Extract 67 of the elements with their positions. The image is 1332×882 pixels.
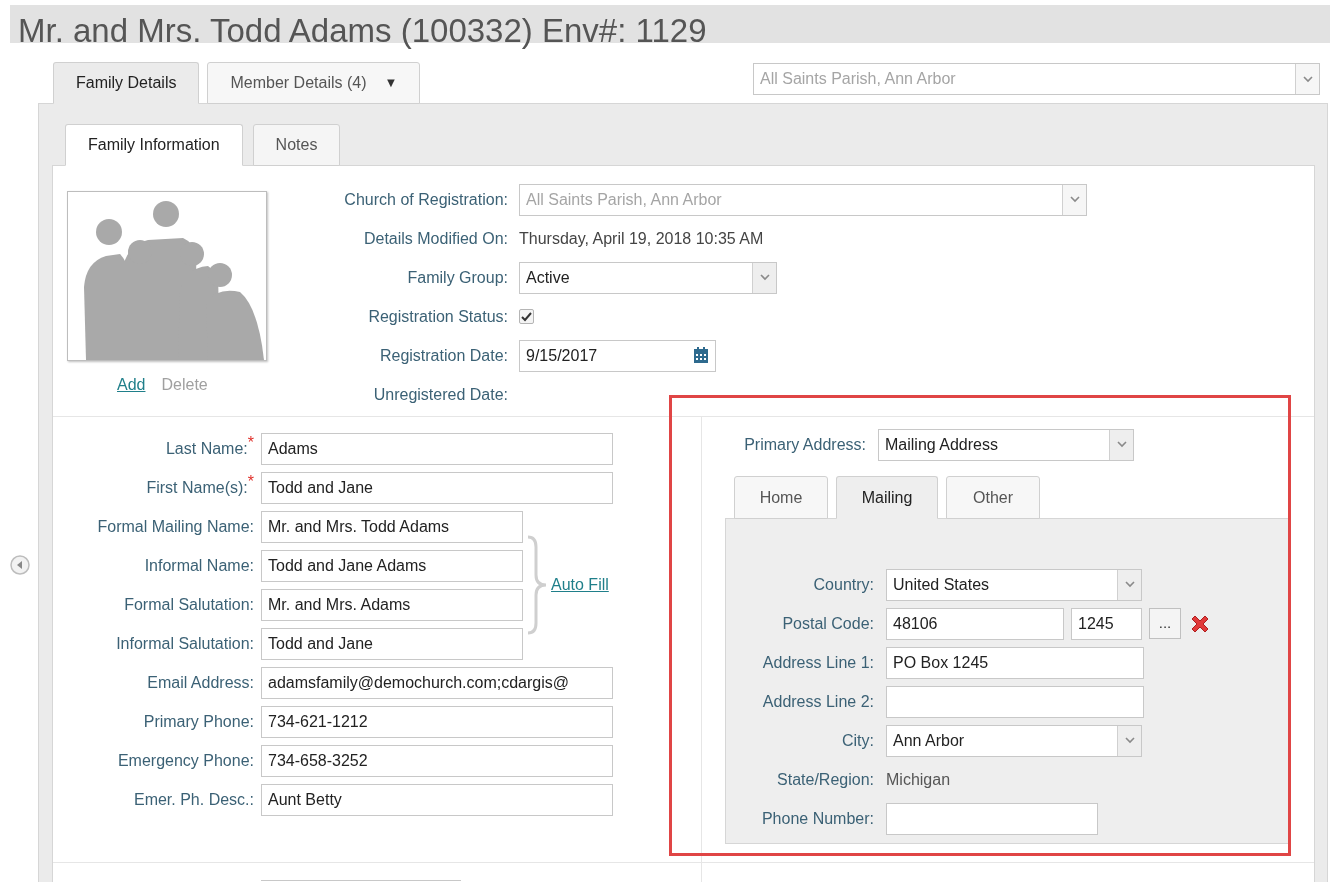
chevron-down-icon [1302,75,1313,83]
input-field[interactable]: 734-621-1212 [261,705,613,738]
field-label: Formal Salutation: [123,594,254,615]
tab[interactable]: Mailing [836,476,938,519]
tab[interactable]: Member Details (4) ▼ [207,62,421,104]
field-label: Country: [812,574,874,595]
field-label: Postal Code: [781,613,874,634]
field-label: Unregistered Date: [372,384,508,405]
input-field[interactable]: Mr. and Mrs. Adams [261,588,523,621]
field-label: Emer. Ph. Desc.: [132,789,254,810]
field-label: Registration Date: [378,345,508,366]
input-field[interactable] [886,685,1144,718]
input-field[interactable]: Todd and Jane [261,471,613,504]
input-field[interactable]: 1245 [1071,607,1142,640]
tab[interactable]: Home [734,476,828,519]
input-field[interactable]: 48106 [886,607,1064,640]
input-field[interactable]: 734-658-3252 [261,744,613,777]
input-field[interactable]: Aunt Betty [261,783,613,816]
field-value: Michigan [886,769,951,790]
link[interactable]: Add [117,373,146,397]
field-label: Primary Phone: [142,711,254,732]
calendar-icon [693,347,709,364]
tab[interactable]: Family Information [65,124,243,166]
chevron-down-icon [759,274,770,281]
chevron-down-icon [1116,441,1127,448]
input-field[interactable] [886,802,1098,835]
field-label: Registration Status: [367,306,508,327]
field-label: Emergency Phone: [116,750,254,771]
field-value: Thursday, April 19, 2018 10:35 AM [519,228,764,249]
input-field[interactable]: Mr. and Mrs. Todd Adams [261,510,523,543]
required-mark: * [247,433,254,451]
field-label: Address Line 1: [761,652,874,673]
field-label: Informal Salutation: [115,633,254,654]
tab[interactable]: Notes [252,124,341,166]
input-field[interactable]: adamsfamily@demochurch.com;cdargis@ [261,666,613,699]
collapse-icon[interactable] [10,555,30,575]
input-field[interactable]: Adams [261,432,613,465]
required-mark: * [247,472,254,490]
field-label: State/Region: [776,769,874,790]
field-label: Church of Registration: [343,189,508,210]
checkbox[interactable] [519,309,534,324]
tab[interactable]: Other [946,476,1040,519]
input-field[interactable]: Todd and Jane [261,627,523,660]
auto-fill-link[interactable]: Auto Fill [551,573,609,597]
dropdown[interactable]: United States [886,568,1142,601]
date-field[interactable]: 9/15/2017 [519,339,716,372]
field-label: Primary Address: [743,434,866,455]
dropdown[interactable]: Mailing Address [878,428,1134,461]
tab[interactable]: Family Details [53,62,200,104]
field-label: Email Address: [146,672,254,693]
field-label: Address Line 2: [761,691,874,712]
field-label: Formal Mailing Name: [96,516,254,537]
lookup-button[interactable]: ... [1149,608,1181,639]
chevron-down-icon [1069,196,1080,203]
dropdown[interactable]: Active [519,261,777,294]
dropdown[interactable]: Ann Arbor [886,724,1142,757]
page-title: Mr. and Mrs. Todd Adams (100332) Env#: 1129 [17,11,707,51]
field-label: City: [841,730,874,751]
input-field[interactable]: Todd and Jane Adams [261,549,523,582]
brace-icon [526,535,548,635]
field-label: Phone Number: [760,808,874,829]
field-label: Details Modified On: [362,228,508,249]
chevron-down-icon [1124,581,1135,588]
field-label: Family Group: [406,267,508,288]
input-field[interactable]: PO Box 1245 [886,646,1144,679]
field-label: Informal Name: [143,555,254,576]
chevron-down-icon [1124,737,1135,744]
